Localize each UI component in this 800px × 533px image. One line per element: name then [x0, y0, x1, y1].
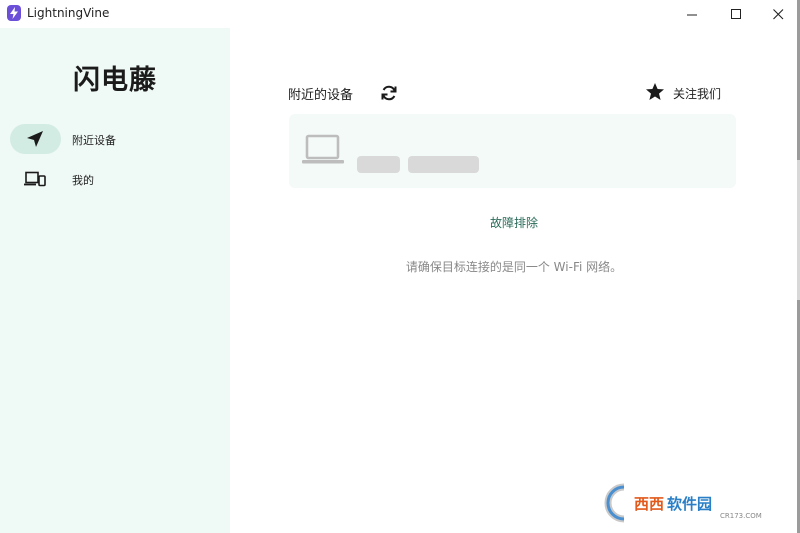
- close-icon: [772, 8, 783, 19]
- maximize-icon: [730, 8, 741, 19]
- watermark-logo: 西西 软件园 CR173.COM: [604, 483, 776, 523]
- devices-icon: [23, 169, 47, 189]
- refresh-icon: [381, 85, 397, 101]
- maximize-button[interactable]: [714, 0, 758, 28]
- star-icon[interactable]: [645, 82, 665, 102]
- svg-text:CR173.COM: CR173.COM: [720, 512, 762, 520]
- refresh-button[interactable]: [379, 83, 399, 103]
- window-title: LightningVine: [27, 6, 110, 20]
- minimize-button[interactable]: [670, 0, 714, 28]
- follow-us-link[interactable]: 关注我们: [673, 85, 721, 102]
- sidebar: 闪电藤 附近设备 我的: [0, 28, 230, 533]
- sidebar-item-nearby-devices[interactable]: 附近设备: [10, 124, 220, 154]
- laptop-icon: [302, 134, 344, 164]
- close-button[interactable]: [756, 0, 800, 28]
- title-bar: LightningVine: [0, 0, 798, 28]
- loading-skeleton: [357, 156, 400, 173]
- troubleshoot-link[interactable]: 故障排除: [288, 214, 740, 231]
- sidebar-item-label: 我的: [72, 174, 94, 187]
- minimize-icon: [686, 14, 697, 15]
- svg-text:西西: 西西: [634, 495, 664, 513]
- app-logo-icon: [7, 5, 21, 21]
- wifi-hint-text: 请确保目标连接的是同一个 Wi-Fi 网络。: [405, 260, 623, 274]
- svg-text:软件园: 软件园: [667, 495, 712, 513]
- brand-title: 闪电藤: [73, 65, 157, 96]
- sidebar-item-label: 附近设备: [72, 134, 116, 147]
- device-card-placeholder: [289, 114, 736, 188]
- navigation-arrow-icon: [23, 129, 47, 149]
- sidebar-item-mine[interactable]: 我的: [10, 164, 220, 194]
- page-title: 附近的设备: [288, 88, 354, 103]
- loading-skeleton: [408, 156, 479, 173]
